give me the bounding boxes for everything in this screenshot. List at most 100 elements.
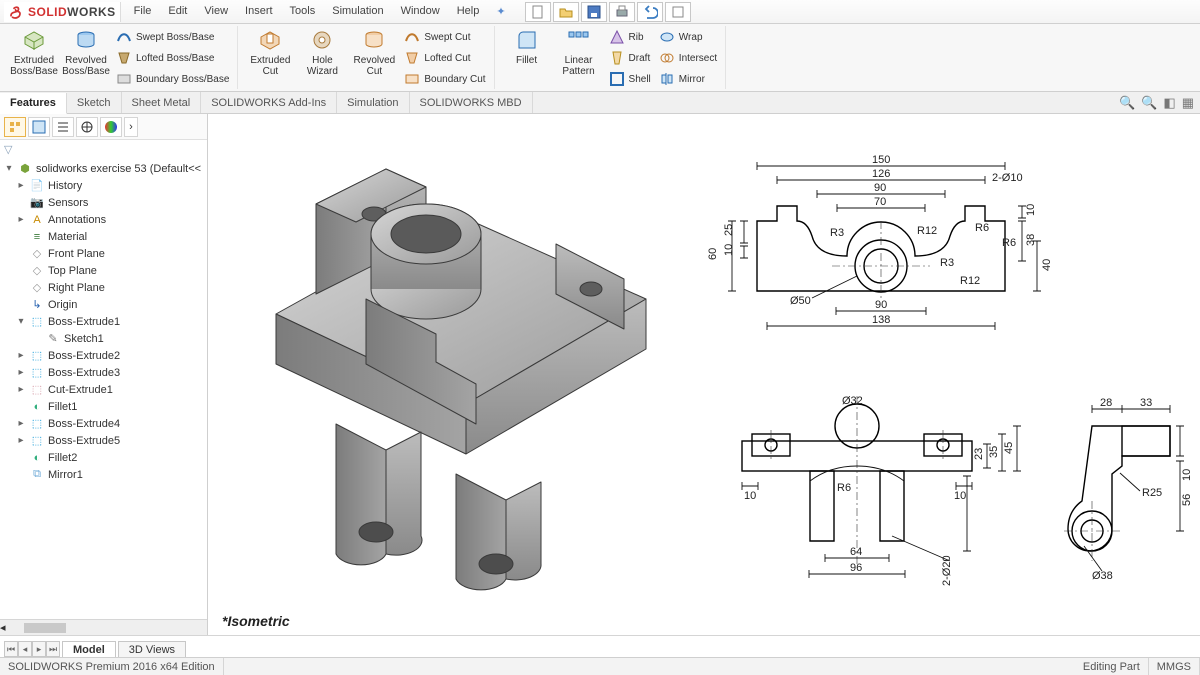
- tree-item[interactable]: 📷Sensors: [0, 194, 207, 211]
- qat-redo[interactable]: [665, 2, 691, 22]
- tree-item[interactable]: ◇Right Plane: [0, 279, 207, 296]
- tab-nav-last[interactable]: ⏭: [46, 641, 60, 657]
- svg-text:R3: R3: [830, 227, 844, 239]
- menu-simulation[interactable]: Simulation: [325, 2, 390, 21]
- fm-tab-tree[interactable]: [4, 117, 26, 137]
- tab-sheet-metal[interactable]: Sheet Metal: [122, 92, 202, 113]
- display-style-icon[interactable]: ▦: [1182, 95, 1194, 111]
- fm-tab-more[interactable]: ›: [124, 117, 138, 137]
- qat-open[interactable]: [553, 2, 579, 22]
- svg-text:35: 35: [988, 446, 1000, 458]
- zoom-to-fit-icon[interactable]: 🔍: [1119, 95, 1135, 111]
- linear-pattern-button[interactable]: Linear Pattern: [555, 27, 603, 77]
- draft-button[interactable]: Draft: [607, 48, 653, 68]
- svg-text:10: 10: [744, 490, 756, 502]
- svg-text:R6: R6: [975, 222, 989, 234]
- tree-item[interactable]: ◇Front Plane: [0, 245, 207, 262]
- shell-icon: [609, 71, 625, 87]
- rib-button[interactable]: Rib: [607, 27, 653, 47]
- lofted-cut-button[interactable]: Lofted Cut: [402, 48, 487, 68]
- tree-item[interactable]: ▸AAnnotations: [0, 211, 207, 228]
- tree-item[interactable]: ▾⬚Boss-Extrude1: [0, 313, 207, 330]
- fm-tab-display[interactable]: [100, 117, 122, 137]
- tree-scrollbar[interactable]: ◂: [0, 619, 207, 635]
- tab-nav-first[interactable]: ⏮: [4, 641, 18, 657]
- menu-help[interactable]: Help: [450, 2, 487, 21]
- qat-save[interactable]: [581, 2, 607, 22]
- tree-item[interactable]: ▸⬚Boss-Extrude5: [0, 432, 207, 449]
- swept-cut-button[interactable]: Swept Cut: [402, 27, 487, 47]
- fm-tab-config[interactable]: [52, 117, 74, 137]
- tree-item[interactable]: ◐Fillet2: [0, 449, 207, 466]
- shell-button[interactable]: Shell: [607, 69, 653, 89]
- tab-nav-prev[interactable]: ◂: [18, 641, 32, 657]
- revolved-cut-button[interactable]: Revolved Cut: [350, 27, 398, 77]
- tree-item[interactable]: ≡Material: [0, 228, 207, 245]
- swept-cut-icon: [404, 29, 420, 45]
- tree-item[interactable]: ▸⬚Boss-Extrude4: [0, 415, 207, 432]
- ribbon-group-boss: Extruded Boss/Base Revolved Boss/Base Sw…: [4, 26, 238, 89]
- rib-icon: [609, 29, 625, 45]
- qat-new[interactable]: [525, 2, 551, 22]
- qat-print[interactable]: [609, 2, 635, 22]
- extruded-boss-button[interactable]: Extruded Boss/Base: [10, 27, 58, 77]
- logo-text-1: SOLID: [28, 5, 67, 19]
- tree-item[interactable]: ▸⬚Boss-Extrude3: [0, 364, 207, 381]
- drawing-views: 150 126 90 70 90 138 60 25 10 2-Ø10 R3 R…: [662, 116, 1200, 626]
- lofted-boss-button[interactable]: Lofted Boss/Base: [114, 48, 231, 68]
- swept-boss-button[interactable]: Swept Boss/Base: [114, 27, 231, 47]
- fm-tab-property[interactable]: [28, 117, 50, 137]
- svg-text:R6: R6: [837, 482, 851, 494]
- menu-view[interactable]: View: [197, 2, 235, 21]
- zoom-area-icon[interactable]: 🔍: [1141, 95, 1157, 111]
- tree-filter[interactable]: ▽: [0, 140, 207, 158]
- intersect-button[interactable]: Intersect: [657, 48, 719, 68]
- revolved-cut-icon: [361, 27, 387, 53]
- status-units[interactable]: MMGS: [1149, 658, 1200, 675]
- tree-item[interactable]: ▸⬚Cut-Extrude1: [0, 381, 207, 398]
- tree-item[interactable]: ⧉Mirror1: [0, 466, 207, 483]
- boundary-cut-button[interactable]: Boundary Cut: [402, 69, 487, 89]
- tab-addins[interactable]: SOLIDWORKS Add-Ins: [201, 92, 337, 113]
- svg-text:Ø38: Ø38: [1092, 570, 1113, 582]
- fillet-button[interactable]: Fillet: [503, 27, 551, 66]
- qat-undo[interactable]: [637, 2, 663, 22]
- fm-tab-dim[interactable]: [76, 117, 98, 137]
- menu-pin-icon[interactable]: ✦: [489, 2, 512, 21]
- tab-simulation[interactable]: Simulation: [337, 92, 409, 113]
- tab-features[interactable]: Features: [0, 93, 67, 114]
- menu-edit[interactable]: Edit: [161, 2, 194, 21]
- tree-item[interactable]: ◇Top Plane: [0, 262, 207, 279]
- graphics-area[interactable]: 150 126 90 70 90 138 60 25 10 2-Ø10 R3 R…: [208, 114, 1200, 635]
- mirror-icon: [659, 71, 675, 87]
- tab-mbd[interactable]: SOLIDWORKS MBD: [410, 92, 533, 113]
- view-orientation-icon[interactable]: ◧: [1163, 95, 1175, 111]
- tab-model[interactable]: Model: [62, 641, 116, 657]
- menu-file[interactable]: File: [127, 2, 159, 21]
- tree-root[interactable]: ▾⬢ solidworks exercise 53 (Default<<: [0, 160, 207, 177]
- tab-3d-views[interactable]: 3D Views: [118, 641, 186, 657]
- menu-tools[interactable]: Tools: [283, 2, 323, 21]
- boundary-boss-button[interactable]: Boundary Boss/Base: [114, 69, 231, 89]
- title-bar: SOLIDWORKS File Edit View Insert Tools S…: [0, 0, 1200, 24]
- feature-tree: ▾⬢ solidworks exercise 53 (Default<< ▸📄H…: [0, 158, 207, 619]
- quick-access-toolbar: [525, 2, 691, 22]
- menu-window[interactable]: Window: [394, 2, 447, 21]
- hole-wizard-button[interactable]: Hole Wizard: [298, 27, 346, 77]
- extruded-cut-button[interactable]: Extruded Cut: [246, 27, 294, 77]
- revolved-boss-button[interactable]: Revolved Boss/Base: [62, 27, 110, 77]
- wrap-icon: [659, 29, 675, 45]
- svg-text:10: 10: [723, 244, 735, 256]
- menu-insert[interactable]: Insert: [238, 2, 280, 21]
- tree-item[interactable]: ◐Fillet1: [0, 398, 207, 415]
- svg-text:40: 40: [1041, 259, 1053, 271]
- tab-nav-next[interactable]: ▸: [32, 641, 46, 657]
- tree-item[interactable]: ▸📄History: [0, 177, 207, 194]
- tree-item[interactable]: ↳Origin: [0, 296, 207, 313]
- svg-text:70: 70: [874, 196, 886, 208]
- tree-item[interactable]: ✎Sketch1: [0, 330, 207, 347]
- wrap-button[interactable]: Wrap: [657, 27, 719, 47]
- mirror-button[interactable]: Mirror: [657, 69, 719, 89]
- tree-item[interactable]: ▸⬚Boss-Extrude2: [0, 347, 207, 364]
- tab-sketch[interactable]: Sketch: [67, 92, 122, 113]
